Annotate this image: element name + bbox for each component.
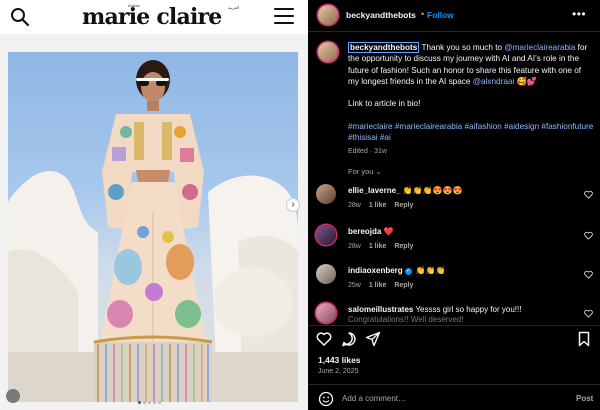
magazine-logo-edition: Arabia [128,3,140,8]
reply-button[interactable]: Reply [394,243,413,250]
comment-item: bereojda ❤️ 28w 1 like Reply [308,225,600,265]
commenter-avatar[interactable] [316,303,336,323]
magazine-header: marie claire Arabia العربية [0,0,308,34]
caption-text-3: 🥰💕 [514,76,537,86]
comment-body: Yessss girl so happy for you!!! [413,305,522,314]
comment-body: 👏👏👏😍😍😍 [400,186,463,195]
comment-item: indiaoxenberg ✓ 👏👏👏 25w 1 like Reply [308,264,600,304]
caption-author-avatar[interactable] [318,42,338,62]
comment-sort-dropdown[interactable]: For you ⌄ [348,167,382,176]
heart-icon[interactable] [584,231,593,240]
hamburger-menu-icon[interactable] [274,8,294,26]
caption-link-note: Link to article in bio! [348,99,421,109]
commenter-username[interactable]: salomeillustrates [348,305,413,314]
fashion-photo [8,52,298,402]
comment-likes[interactable]: 1 like [369,282,387,289]
fashion-photo-illustration [8,60,298,402]
comment-item: ellie_laverne_ 👏👏👏😍😍😍 28w 1 like Reply [308,184,600,224]
commenter-username[interactable]: ellie_laverne_ [348,186,400,195]
commenter-username[interactable]: indiaoxenberg [348,266,403,275]
author-avatar[interactable] [318,5,338,25]
comment-likes[interactable]: 1 like [369,202,387,209]
commenter-avatar[interactable] [316,184,336,204]
reply-button[interactable]: Reply [394,202,413,209]
comment-text: bereojda ❤️ [348,227,568,236]
comment-meta: 28w 1 like Reply [348,243,421,250]
mention-marieclairearabia[interactable]: @marieclairearabia [504,43,575,52]
caption-hashtags[interactable]: #marieclaire #marieclairearabia #aifashi… [348,121,594,144]
comment-text: salomeillustrates Yessss girl so happy f… [348,305,568,325]
share-icon[interactable] [365,331,381,347]
comment-text: indiaoxenberg ✓ 👏👏👏 [348,266,568,275]
add-comment-input[interactable] [342,391,562,406]
comment-age: 25w [348,282,361,289]
commenter-username[interactable]: bereojda [348,227,381,236]
carousel-dots [138,401,161,404]
comment-likes[interactable]: 1 like [369,243,387,250]
mention-alxndraai[interactable]: @alxndraai [473,77,515,86]
tagged-user-icon[interactable] [6,389,20,403]
heart-icon[interactable] [584,270,593,279]
comment-age: 28w [348,243,361,250]
verified-badge-icon: ✓ [404,268,412,275]
caption-username[interactable]: beckyandthebots [348,42,420,53]
post-actions: 1,443 likes June 2, 2025 Post [308,325,600,410]
comment-text: ellie_laverne_ 👏👏👏😍😍😍 [348,186,568,195]
more-horizontal-icon[interactable]: ••• [572,7,586,21]
search-icon[interactable] [10,7,30,27]
caption-text-1: Thank you so much to [419,43,505,52]
heart-icon[interactable] [316,331,332,347]
comment-meta: 25w 1 like Reply [348,282,421,289]
post-caption: beckyandthebots Thank you so much to @ma… [348,42,594,157]
like-count[interactable]: 1,443 likes [318,355,361,365]
heart-icon[interactable] [584,190,593,199]
reply-button[interactable]: Reply [394,282,413,289]
comment-body-continued: Congratulations!! Well deserved! [348,315,464,324]
post-date: June 2, 2025 [318,368,359,375]
post-media-pane: marie claire Arabia العربية › [0,0,308,410]
heart-icon[interactable] [584,309,593,318]
magazine-logo[interactable]: marie claire [82,4,222,30]
comment-meta: 28w 1 like Reply [348,202,421,209]
post-details-pane: beckyandthebots • Follow ••• beckyandthe… [308,0,600,410]
add-comment-bar: Post [308,384,600,410]
comment-body: ❤️ [381,227,394,236]
commenter-avatar[interactable] [316,225,336,245]
comment-body: 👏👏👏 [413,266,446,275]
bookmark-icon[interactable] [576,331,592,347]
comment-icon[interactable] [341,331,357,347]
comment-age: 28w [348,202,361,209]
separator-dot: • [421,9,425,19]
caption-edited-time: Edited · 31w [348,147,387,155]
carousel-next-button[interactable]: › [286,198,300,212]
post-header: beckyandthebots • Follow ••• [308,0,600,32]
commenter-avatar[interactable] [316,264,336,284]
magazine-logo-arabic: العربية [228,5,239,10]
author-username[interactable]: beckyandthebots [346,10,416,20]
post-comment-button[interactable]: Post [576,394,593,403]
emoji-icon[interactable] [318,391,334,407]
follow-button[interactable]: Follow [427,10,454,20]
